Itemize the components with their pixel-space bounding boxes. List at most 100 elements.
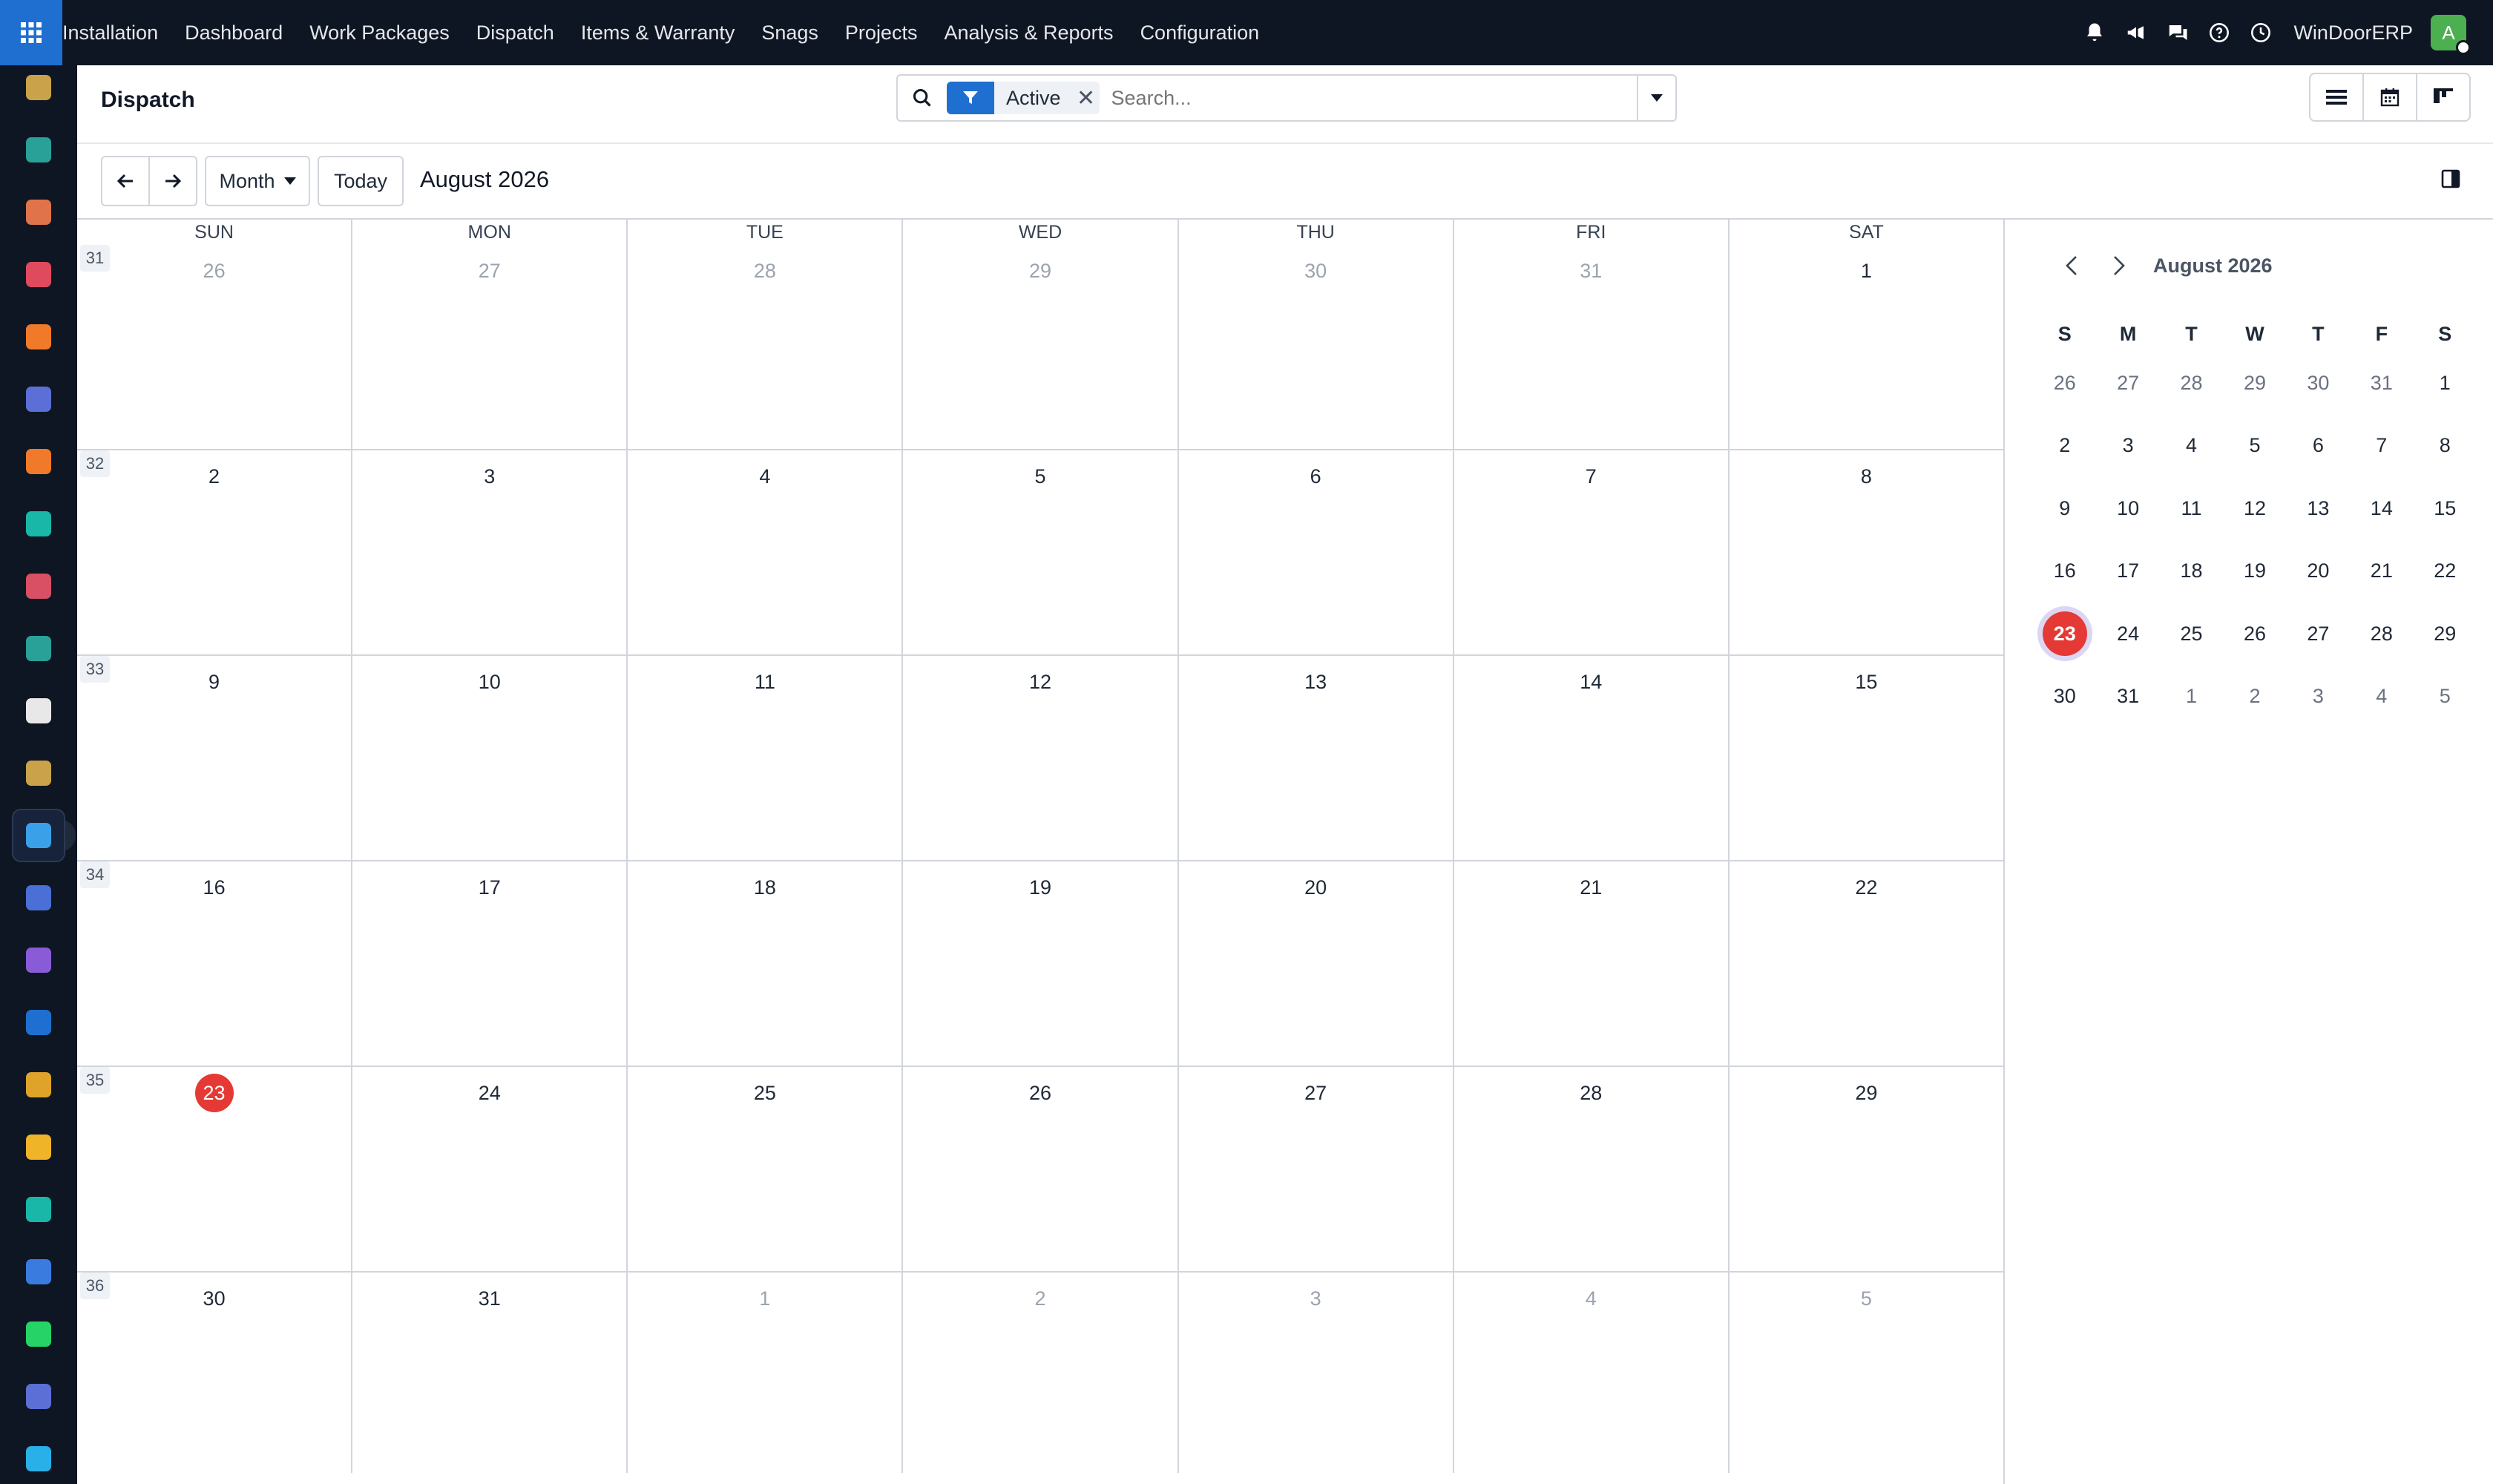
mini-day[interactable]: 28 (2350, 623, 2413, 646)
day-cell[interactable]: 6 (1179, 450, 1454, 654)
previous-button[interactable] (101, 156, 150, 206)
mini-day[interactable]: 12 (2223, 497, 2286, 520)
day-cell[interactable]: 9 (77, 656, 353, 860)
day-cell[interactable]: 1 (628, 1273, 904, 1473)
mini-day[interactable]: 11 (2160, 497, 2223, 520)
bell-icon[interactable] (2074, 0, 2115, 65)
sidebar-app-10[interactable] (12, 684, 65, 738)
day-cell[interactable]: 30 (1179, 245, 1454, 449)
mini-day[interactable]: 25 (2160, 623, 2223, 646)
help-icon[interactable] (2198, 0, 2240, 65)
mini-day[interactable]: 21 (2350, 559, 2413, 582)
mini-day[interactable]: 31 (2350, 372, 2413, 395)
day-cell[interactable]: 15 (1730, 656, 2003, 860)
menu-item-dashboard[interactable]: Dashboard (171, 0, 296, 65)
mini-day[interactable]: 30 (2033, 685, 2096, 708)
sidebar-app-17[interactable] (12, 1120, 65, 1174)
day-cell[interactable]: 8 (1730, 450, 2003, 654)
mini-day[interactable]: 26 (2033, 372, 2096, 395)
day-cell[interactable]: 27 (1179, 1067, 1454, 1271)
mini-day[interactable]: 1 (2414, 372, 2477, 395)
avatar[interactable]: A (2431, 15, 2471, 55)
day-cell[interactable]: 2 (903, 1273, 1179, 1473)
day-cell[interactable]: 16 (77, 861, 353, 1066)
menu-item-dispatch[interactable]: Dispatch (463, 0, 568, 65)
day-cell[interactable]: 11 (628, 656, 904, 860)
day-cell[interactable]: 22 (1730, 861, 2003, 1066)
day-cell[interactable]: 19 (903, 861, 1179, 1066)
mini-day[interactable]: 16 (2033, 559, 2096, 582)
search-input[interactable] (1099, 86, 1637, 110)
mini-day[interactable]: 28 (2160, 372, 2223, 395)
day-cell[interactable]: 29 (1730, 1067, 2003, 1271)
sidebar-app-0[interactable] (12, 61, 65, 114)
day-cell[interactable]: 2 (77, 450, 353, 654)
sidebar-app-3[interactable] (12, 248, 65, 301)
mini-day[interactable]: 2 (2223, 685, 2286, 708)
side-panel-toggle[interactable] (2441, 169, 2460, 192)
company-switcher[interactable]: WinDoorERP (2293, 22, 2413, 45)
mini-next-button[interactable] (2095, 249, 2143, 282)
kanban-view-button[interactable] (2416, 73, 2471, 122)
next-button[interactable] (148, 156, 197, 206)
list-view-button[interactable] (2309, 73, 2364, 122)
sidebar-app-16[interactable] (12, 1058, 65, 1112)
mini-day[interactable]: 20 (2287, 559, 2350, 582)
day-cell[interactable]: 23 (77, 1067, 353, 1271)
day-cell[interactable]: 27 (352, 245, 628, 449)
day-cell[interactable]: 20 (1179, 861, 1454, 1066)
mini-prev-button[interactable] (2048, 249, 2095, 282)
day-cell[interactable]: 12 (903, 656, 1179, 860)
mini-day[interactable]: 5 (2223, 434, 2286, 457)
day-cell[interactable]: 10 (352, 656, 628, 860)
day-cell[interactable]: 28 (1454, 1067, 1730, 1271)
menu-item-work-packages[interactable]: Work Packages (296, 0, 463, 65)
sidebar-app-8[interactable] (12, 559, 65, 613)
mini-day[interactable]: 9 (2033, 497, 2096, 520)
sidebar-app-20[interactable] (12, 1307, 65, 1361)
day-cell[interactable]: 18 (628, 861, 904, 1066)
sidebar-app-2[interactable] (12, 186, 65, 239)
mini-day[interactable]: 19 (2223, 559, 2286, 582)
day-cell[interactable]: 29 (903, 245, 1179, 449)
mini-day[interactable]: 27 (2096, 372, 2159, 395)
menu-item-projects[interactable]: Projects (832, 0, 931, 65)
sidebar-app-21[interactable] (12, 1370, 65, 1423)
menu-item-snags[interactable]: Snags (748, 0, 832, 65)
day-cell[interactable]: 24 (352, 1067, 628, 1271)
sidebar-app-14[interactable] (12, 933, 65, 987)
mini-day[interactable]: 29 (2223, 372, 2286, 395)
scale-dropdown[interactable]: Month (205, 156, 310, 206)
menu-item-configuration[interactable]: Configuration (1127, 0, 1273, 65)
mini-day[interactable]: 4 (2160, 434, 2223, 457)
mini-day[interactable]: 26 (2223, 623, 2286, 646)
day-cell[interactable]: 28 (628, 245, 904, 449)
day-cell[interactable]: 5 (903, 450, 1179, 654)
sidebar-app-18[interactable] (12, 1183, 65, 1236)
mini-day[interactable]: 22 (2414, 559, 2477, 582)
search-icon[interactable] (898, 88, 947, 108)
sidebar-app-9[interactable] (12, 622, 65, 675)
mini-day[interactable]: 14 (2350, 497, 2413, 520)
apps-menu-button[interactable] (0, 0, 62, 65)
calendar-view-button[interactable] (2362, 73, 2417, 122)
day-cell[interactable]: 17 (352, 861, 628, 1066)
mini-day[interactable]: 8 (2414, 434, 2477, 457)
sidebar-app-15[interactable] (12, 996, 65, 1049)
remove-facet-icon[interactable]: ✕ (1073, 85, 1100, 111)
day-cell[interactable]: 31 (352, 1273, 628, 1473)
mini-day[interactable]: 27 (2287, 623, 2350, 646)
mini-day[interactable]: 7 (2350, 434, 2413, 457)
day-cell[interactable]: 26 (903, 1067, 1179, 1271)
mini-day[interactable]: 30 (2287, 372, 2350, 395)
mini-day[interactable]: 5 (2414, 685, 2477, 708)
day-cell[interactable]: 5 (1730, 1273, 2003, 1473)
menu-item-installation[interactable]: Installation (62, 0, 171, 65)
day-cell[interactable]: 3 (352, 450, 628, 654)
search-options-toggle[interactable] (1637, 76, 1675, 120)
mini-day[interactable]: 1 (2160, 685, 2223, 708)
sidebar-app-11[interactable] (12, 746, 65, 800)
mini-day[interactable]: 13 (2287, 497, 2350, 520)
mini-day[interactable]: 24 (2096, 623, 2159, 646)
day-cell[interactable]: 4 (628, 450, 904, 654)
